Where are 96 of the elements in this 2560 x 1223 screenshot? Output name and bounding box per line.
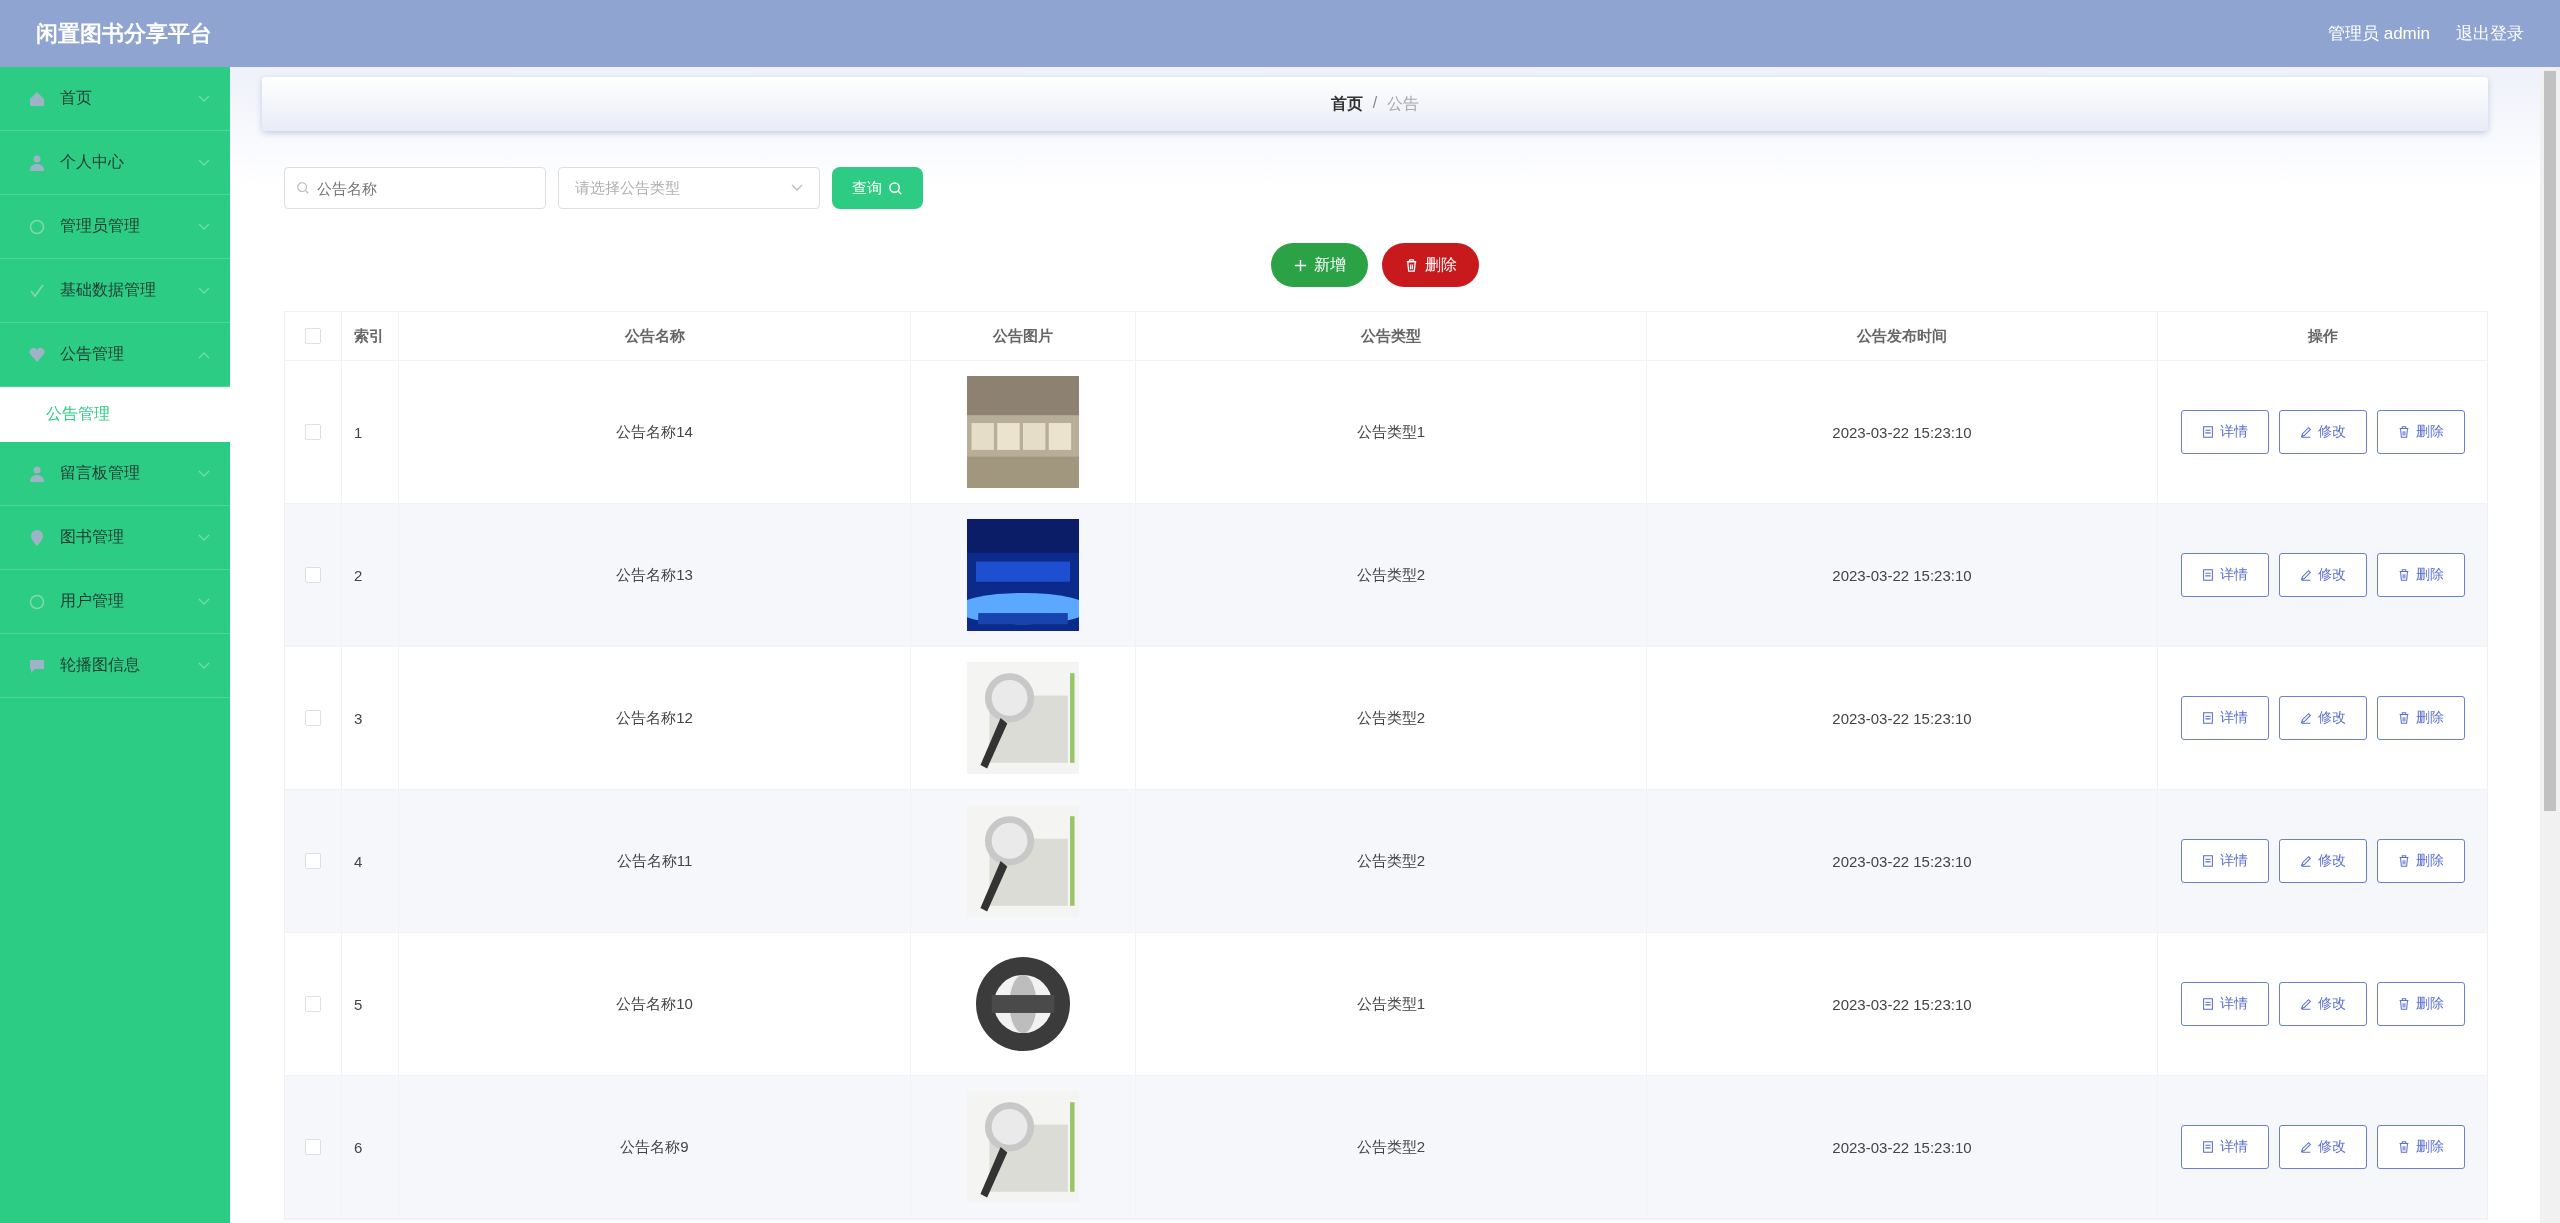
breadcrumb-separator: / bbox=[1372, 93, 1378, 113]
pencil-icon bbox=[2299, 425, 2313, 439]
edit-button[interactable]: 修改 bbox=[2278, 982, 2367, 1026]
edit-button[interactable]: 修改 bbox=[2278, 553, 2367, 597]
column-header: 索引 bbox=[354, 326, 384, 346]
column-header: 操作 bbox=[2307, 326, 2338, 346]
circle-icon bbox=[28, 217, 46, 236]
delete-button[interactable]: 删除 bbox=[2376, 982, 2465, 1026]
table-cell: 公告类型1 bbox=[1356, 994, 1426, 1014]
user-label: 管理员 admin bbox=[2327, 23, 2430, 45]
details-button[interactable]: 详情 bbox=[2180, 1125, 2269, 1169]
pencil-icon bbox=[2299, 997, 2313, 1011]
document-icon bbox=[2201, 997, 2215, 1011]
column-header: 公告类型 bbox=[1361, 326, 1421, 346]
document-icon bbox=[2201, 1140, 2215, 1154]
table-cell: 公告类型2 bbox=[1356, 565, 1426, 585]
delete-button[interactable]: 删除 bbox=[2376, 553, 2465, 597]
pencil-icon bbox=[2299, 854, 2313, 868]
delete-button[interactable]: 删除 bbox=[2376, 839, 2465, 883]
checkbox[interactable] bbox=[305, 710, 321, 726]
logout-link[interactable]: 退出登录 bbox=[2456, 22, 2524, 45]
add-button[interactable]: 新增 bbox=[1271, 243, 1368, 287]
delete-button[interactable]: 删除 bbox=[2376, 696, 2465, 740]
table-cell: 4 bbox=[354, 852, 363, 870]
trash-icon bbox=[2397, 711, 2411, 725]
delete-button[interactable]: 删除 bbox=[1382, 243, 1479, 287]
checkbox[interactable] bbox=[305, 424, 321, 440]
document-icon bbox=[2201, 711, 2215, 725]
table-cell: 1 bbox=[354, 423, 363, 441]
table-cell: 公告类型2 bbox=[1356, 1137, 1426, 1157]
edit-button[interactable]: 修改 bbox=[2278, 696, 2367, 740]
table-cell: 公告名称12 bbox=[616, 708, 693, 728]
document-icon bbox=[2201, 854, 2215, 868]
table-cell: 公告名称14 bbox=[616, 422, 693, 442]
search-field[interactable]: 公告名称 bbox=[284, 167, 546, 209]
trash-icon bbox=[2397, 1140, 2411, 1154]
column-header: 公告名称 bbox=[624, 326, 685, 346]
table-cell: 公告类型2 bbox=[1356, 851, 1426, 871]
table-cell: 2023-03-22 15:23:10 bbox=[1832, 709, 1972, 727]
checkbox[interactable] bbox=[305, 853, 321, 869]
table-cell: 2023-03-22 15:23:10 bbox=[1832, 852, 1972, 870]
pencil-icon bbox=[2299, 1140, 2313, 1154]
trash-icon bbox=[1404, 257, 1419, 273]
checkbox[interactable] bbox=[305, 1139, 321, 1155]
breadcrumb-item[interactable]: 首页 bbox=[1330, 93, 1363, 115]
circle-icon bbox=[28, 592, 46, 611]
heart-icon bbox=[28, 345, 46, 364]
details-button[interactable]: 详情 bbox=[2180, 553, 2269, 597]
edit-button[interactable]: 修改 bbox=[2278, 410, 2367, 454]
details-button[interactable]: 详情 bbox=[2180, 839, 2269, 883]
app-title: 闲置图书分享平台 bbox=[36, 19, 212, 48]
breadcrumb-item: 公告 bbox=[1387, 93, 1420, 114]
details-button[interactable]: 详情 bbox=[2180, 696, 2269, 740]
trash-icon bbox=[2397, 854, 2411, 868]
pin-icon bbox=[28, 528, 46, 547]
table-cell: 3 bbox=[354, 709, 363, 727]
table-cell: 公告名称9 bbox=[620, 1137, 689, 1157]
edit-button[interactable]: 修改 bbox=[2278, 1125, 2367, 1169]
table-cell: 公告名称13 bbox=[616, 565, 693, 585]
table-cell: 2023-03-22 15:23:10 bbox=[1832, 1138, 1972, 1156]
table-cell: 2023-03-22 15:23:10 bbox=[1832, 995, 1972, 1013]
home-icon bbox=[28, 89, 46, 108]
search-icon bbox=[296, 181, 310, 195]
table-cell: 公告类型1 bbox=[1356, 422, 1426, 442]
document-icon bbox=[2201, 425, 2215, 439]
trash-icon bbox=[2397, 425, 2411, 439]
scrollbar[interactable] bbox=[2540, 67, 2560, 1223]
column-header: 公告发布时间 bbox=[1857, 326, 1947, 346]
edit-button[interactable]: 修改 bbox=[2278, 839, 2367, 883]
checkbox[interactable] bbox=[305, 996, 321, 1012]
delete-button[interactable]: 删除 bbox=[2376, 410, 2465, 454]
person-icon bbox=[28, 153, 46, 172]
person-icon bbox=[28, 464, 46, 483]
pencil-icon bbox=[2299, 711, 2313, 725]
checkbox[interactable] bbox=[305, 567, 321, 583]
trash-icon bbox=[2397, 997, 2411, 1011]
table-cell: 公告名称11 bbox=[616, 851, 693, 871]
document-icon bbox=[2201, 568, 2215, 582]
caret-icon bbox=[791, 184, 803, 192]
table-cell: 公告名称10 bbox=[616, 994, 693, 1014]
scrollbar-thumb[interactable] bbox=[2544, 71, 2556, 811]
table-cell: 2 bbox=[354, 566, 363, 584]
table-cell: 2023-03-22 15:23:10 bbox=[1832, 566, 1972, 584]
plus-icon bbox=[1293, 257, 1308, 273]
table-cell: 2023-03-22 15:23:10 bbox=[1832, 423, 1972, 441]
search-icon bbox=[888, 180, 903, 196]
table-cell: 公告类型2 bbox=[1356, 708, 1426, 728]
table-cell: 6 bbox=[354, 1138, 363, 1156]
details-button[interactable]: 详情 bbox=[2180, 410, 2269, 454]
details-button[interactable]: 详情 bbox=[2180, 982, 2269, 1026]
delete-button[interactable]: 删除 bbox=[2376, 1125, 2465, 1169]
checkbox[interactable] bbox=[305, 328, 321, 344]
table-cell: 5 bbox=[354, 995, 363, 1013]
trash-icon bbox=[2397, 568, 2411, 582]
column-header: 公告图片 bbox=[993, 326, 1053, 346]
pencil-icon bbox=[2299, 568, 2313, 582]
